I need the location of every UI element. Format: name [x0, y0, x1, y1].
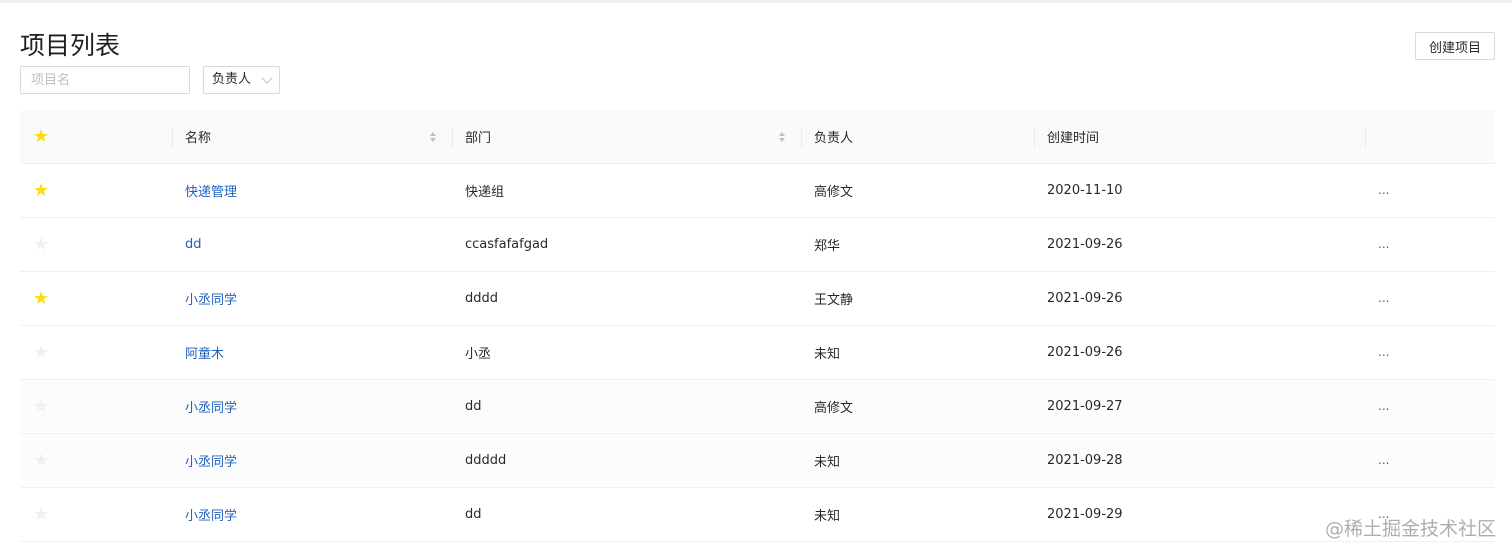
create-project-button[interactable]: 创建项目: [1415, 32, 1495, 60]
more-actions-button[interactable]: ...: [1378, 237, 1389, 251]
department-cell: ddddd: [452, 433, 801, 488]
pin-column-header: ★: [20, 110, 172, 164]
actions-column-header: [1365, 110, 1495, 164]
name-sort-icon[interactable]: [430, 130, 438, 144]
department-column-header[interactable]: 部门: [452, 110, 801, 164]
owner-filter-label: 负责人: [212, 72, 252, 87]
table-row: ★ dd ccasfafafgad 郑华 2021-09-26 ...: [20, 217, 1495, 272]
more-actions-button[interactable]: ...: [1378, 291, 1389, 305]
created-column-header: 创建时间: [1034, 110, 1365, 164]
pin-star-icon[interactable]: ★: [33, 343, 49, 362]
department-cell: 快递组: [452, 163, 801, 218]
column-separator: [172, 125, 173, 148]
table-row: ★ 快递管理 快递组 高修文 2020-11-10 ...: [20, 163, 1495, 218]
pin-star-icon[interactable]: ★: [33, 451, 49, 470]
top-divider: [0, 0, 1512, 3]
table-row: ★ 小丞同学 dd 高修文 2021-09-27 ...: [20, 379, 1495, 434]
created-cell: 2021-09-26: [1034, 325, 1365, 380]
created-cell: 2021-09-26: [1034, 271, 1365, 326]
more-actions-button[interactable]: ...: [1378, 453, 1389, 467]
name-column-header[interactable]: 名称: [172, 110, 452, 164]
pin-star-icon[interactable]: ★: [33, 505, 49, 524]
page-title: 项目列表: [20, 31, 121, 60]
created-cell: 2021-09-26: [1034, 217, 1365, 272]
more-actions-button[interactable]: ...: [1378, 399, 1389, 413]
department-cell: 小丞: [452, 325, 801, 380]
column-separator: [1365, 125, 1366, 148]
owner-cell: 高修文: [801, 379, 1034, 434]
department-cell: ccasfafafgad: [452, 217, 801, 272]
pin-star-icon[interactable]: ★: [33, 397, 49, 416]
department-column-label: 部门: [465, 131, 492, 146]
table-row: ★ 小丞同学 ddddd 未知 2021-09-28 ...: [20, 433, 1495, 488]
created-cell: 2020-11-10: [1034, 163, 1365, 218]
pin-star-icon[interactable]: ★: [33, 235, 49, 254]
owner-cell: 未知: [801, 487, 1034, 542]
table-header-row: ★ 名称 部门 负责人 创建时间: [20, 110, 1495, 164]
owner-filter-select[interactable]: 负责人: [203, 66, 280, 94]
owner-cell: 未知: [801, 325, 1034, 380]
chevron-down-icon: [261, 72, 273, 84]
name-column-label: 名称: [185, 131, 212, 146]
column-separator: [452, 125, 453, 148]
project-name-link[interactable]: 快递管理: [185, 185, 237, 200]
created-cell: 2021-09-29: [1034, 487, 1365, 542]
project-name-link[interactable]: 小丞同学: [185, 293, 237, 308]
pin-star-icon[interactable]: ★: [33, 181, 49, 200]
more-actions-button[interactable]: ...: [1378, 183, 1389, 197]
project-name-link[interactable]: 小丞同学: [185, 401, 237, 416]
created-cell: 2021-09-28: [1034, 433, 1365, 488]
owner-cell: 王文静: [801, 271, 1034, 326]
department-cell: dd: [452, 487, 801, 542]
table-row: ★ 小丞同学 dddd 王文静 2021-09-26 ...: [20, 271, 1495, 326]
project-name-search-input[interactable]: [20, 66, 190, 94]
owner-column-header: 负责人: [801, 110, 1034, 164]
project-name-link[interactable]: 小丞同学: [185, 455, 237, 470]
column-separator: [1034, 125, 1035, 148]
project-table: ★ 名称 部门 负责人 创建时间 ★ 快递管理 快递组 高修文 2020-11-…: [20, 110, 1495, 542]
department-cell: dd: [452, 379, 801, 434]
department-sort-icon[interactable]: [779, 130, 787, 144]
project-name-link[interactable]: 阿童木: [185, 347, 224, 362]
created-column-label: 创建时间: [1047, 131, 1100, 146]
owner-cell: 高修文: [801, 163, 1034, 218]
pin-star-icon[interactable]: ★: [33, 289, 49, 308]
table-row: ★ 小丞同学 dd 未知 2021-09-29 ...: [20, 487, 1495, 542]
owner-cell: 未知: [801, 433, 1034, 488]
star-icon: ★: [33, 125, 50, 147]
owner-column-label: 负责人: [814, 131, 854, 146]
column-separator: [801, 125, 802, 148]
created-cell: 2021-09-27: [1034, 379, 1365, 434]
department-cell: dddd: [452, 271, 801, 326]
table-row: ★ 阿童木 小丞 未知 2021-09-26 ...: [20, 325, 1495, 380]
more-actions-button[interactable]: ...: [1378, 345, 1389, 359]
owner-cell: 郑华: [801, 217, 1034, 272]
project-name-link[interactable]: dd: [185, 237, 202, 252]
watermark-text: @稀土掘金技术社区: [1324, 518, 1496, 540]
project-name-link[interactable]: 小丞同学: [185, 509, 237, 524]
